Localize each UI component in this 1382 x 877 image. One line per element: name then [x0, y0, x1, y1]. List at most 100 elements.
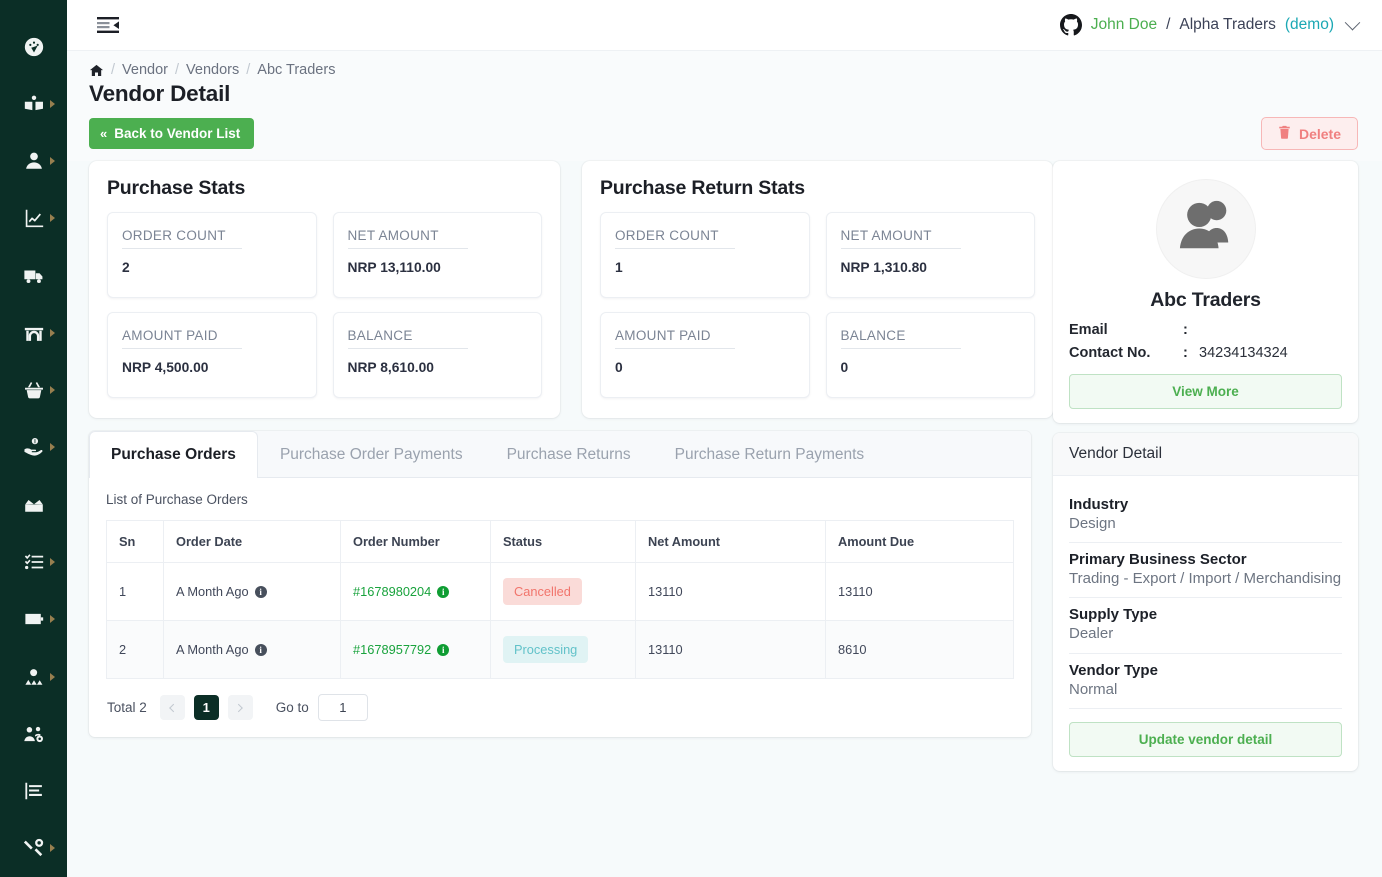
- page-title: Vendor Detail: [89, 81, 231, 106]
- sidebar-item-customers[interactable]: [0, 133, 67, 190]
- chevron-right-icon: [50, 214, 55, 223]
- col-status: Status: [490, 520, 636, 563]
- chevron-right-icon: [234, 703, 244, 712]
- sidebar-item-team[interactable]: [0, 705, 67, 762]
- stat-label: AMOUNT PAID: [122, 328, 242, 349]
- contact-label: Contact No.: [1069, 345, 1151, 361]
- cell-order-number: #1678980204 i: [340, 562, 491, 621]
- chevron-right-icon: [50, 672, 55, 681]
- detail-row-supply-type: Supply Type Dealer: [1069, 598, 1342, 654]
- content-area: Purchase Stats ORDER COUNT 2 NET AMOUNT …: [67, 161, 1382, 877]
- sidebar-item-vendors[interactable]: [0, 648, 67, 705]
- chevron-down-icon[interactable]: [1344, 14, 1361, 30]
- sidebar-item-wallet[interactable]: [0, 591, 67, 648]
- delete-button[interactable]: Delete: [1260, 117, 1358, 150]
- purchase-return-stats-title: Purchase Return Stats: [600, 177, 805, 199]
- sidebar-item-catalog[interactable]: [0, 75, 67, 132]
- right-column: Abc Traders Email : Contact No. : 342341…: [1053, 161, 1358, 877]
- cell-order-date: A Month Ago i: [163, 562, 341, 621]
- stat-tile-return-amount-paid: AMOUNT PAID 0: [600, 312, 810, 398]
- goto-page-input[interactable]: [317, 694, 368, 721]
- action-bar: « Back to Vendor List Delete: [67, 107, 1382, 161]
- chevron-left-icon: [169, 703, 178, 712]
- pagination-page-1[interactable]: 1: [193, 695, 219, 720]
- menu-fold-icon[interactable]: [93, 12, 123, 38]
- cell-net-amount: 13110: [635, 562, 826, 621]
- chevron-right-icon: [50, 443, 55, 452]
- update-vendor-detail-button[interactable]: Update vendor detail: [1069, 721, 1342, 757]
- info-icon[interactable]: i: [437, 586, 450, 598]
- detail-value: Design: [1069, 515, 1116, 532]
- stat-tile-return-net-amount: NET AMOUNT NRP 1,310.80: [825, 212, 1035, 298]
- purchase-stats-card: Purchase Stats ORDER COUNT 2 NET AMOUNT …: [89, 161, 560, 418]
- detail-row-industry: Industry Design: [1069, 488, 1342, 544]
- table-header-row: Sn Order Date Order Number Status Net Am…: [106, 520, 1014, 563]
- sidebar-item-warehouse[interactable]: [0, 304, 67, 361]
- col-order-number: Order Number: [340, 520, 491, 563]
- vendor-detail-header: Vendor Detail: [1053, 433, 1358, 476]
- order-number-link[interactable]: #1678980204: [353, 584, 431, 599]
- tab-purchase-order-payments[interactable]: Purchase Order Payments: [258, 431, 485, 477]
- detail-key: Vendor Type: [1069, 661, 1158, 679]
- sidebar-item-sales[interactable]: [0, 362, 67, 419]
- order-number-link[interactable]: #1678957792: [353, 642, 431, 657]
- tab-purchase-orders[interactable]: Purchase Orders: [89, 431, 258, 478]
- status-badge: Cancelled: [503, 578, 582, 605]
- stat-tile-balance: BALANCE NRP 8,610.00: [332, 312, 542, 398]
- open-box-icon: [23, 494, 45, 516]
- sidebar-item-dashboard[interactable]: [0, 18, 67, 75]
- cell-sn: 1: [106, 562, 164, 621]
- cell-sn: 2: [106, 620, 164, 679]
- info-icon[interactable]: i: [254, 586, 267, 598]
- breadcrumb-band: / Vendor / Vendors / Abc Traders Vendor …: [67, 51, 1382, 107]
- stat-tile-order-count: ORDER COUNT 2: [107, 212, 317, 298]
- hand-money-icon: [23, 436, 45, 458]
- sidebar-item-inventory[interactable]: [0, 476, 67, 533]
- delete-button-label: Delete: [1298, 125, 1341, 142]
- email-label: Email: [1069, 322, 1108, 338]
- breadcrumb-item-vendor[interactable]: Vendor: [122, 62, 168, 78]
- goto-label: Go to: [275, 700, 309, 715]
- cell-net-amount: 13110: [635, 620, 826, 679]
- sidebar-item-tasks[interactable]: [0, 533, 67, 590]
- table-body: 1 A Month Ago i #1678980204 i Cancelled: [106, 562, 1014, 679]
- github-icon: [1059, 14, 1082, 36]
- stat-label: BALANCE: [840, 328, 961, 349]
- tab-purchase-return-payments[interactable]: Purchase Return Payments: [653, 431, 887, 477]
- breadcrumb-item-current[interactable]: Abc Traders: [257, 62, 335, 78]
- back-to-vendor-list-button[interactable]: « Back to Vendor List: [89, 118, 255, 149]
- detail-value: Trading - Export / Import / Merchandisin…: [1069, 570, 1342, 588]
- sidebar-item-payments[interactable]: [0, 419, 67, 476]
- table-head: Sn Order Date Order Number Status Net Am…: [106, 520, 1014, 563]
- pagination-next-button[interactable]: [227, 695, 253, 720]
- detail-value: Normal: [1069, 680, 1118, 698]
- pagination-prev-button[interactable]: [159, 695, 185, 720]
- col-net-amount: Net Amount: [635, 520, 826, 563]
- sidebar-item-tools[interactable]: [0, 820, 67, 877]
- info-icon[interactable]: i: [254, 644, 267, 656]
- home-icon[interactable]: [89, 61, 104, 78]
- col-order-date: Order Date: [163, 520, 341, 563]
- status-badge: Processing: [503, 636, 589, 663]
- account-menu[interactable]: John Doe / Alpha Traders (demo): [1059, 14, 1361, 36]
- sidebar-item-shipping[interactable]: [0, 247, 67, 304]
- sidebar-item-analytics[interactable]: [0, 762, 67, 819]
- cell-status: Processing: [490, 620, 636, 679]
- account-user-name: John Doe: [1090, 16, 1158, 33]
- tab-purchase-returns[interactable]: Purchase Returns: [485, 431, 653, 477]
- stat-value: 2: [122, 260, 130, 275]
- view-more-button[interactable]: View More: [1069, 374, 1342, 409]
- stat-tile-return-order-count: ORDER COUNT 1: [600, 212, 810, 298]
- contact-colon: :: [1183, 345, 1188, 361]
- stat-value: NRP 4,500.00: [122, 360, 209, 375]
- col-amount-due: Amount Due: [825, 520, 1014, 563]
- detail-key: Supply Type: [1069, 606, 1158, 624]
- chevron-right-icon: [50, 328, 55, 337]
- breadcrumb-separator: /: [175, 61, 180, 78]
- info-icon[interactable]: i: [437, 644, 450, 656]
- breadcrumb-item-vendors[interactable]: Vendors: [186, 62, 239, 78]
- person-group-icon: [23, 666, 45, 688]
- chevron-right-icon: [50, 99, 55, 108]
- sidebar-item-reports[interactable]: [0, 190, 67, 247]
- chevron-right-icon: [50, 844, 55, 853]
